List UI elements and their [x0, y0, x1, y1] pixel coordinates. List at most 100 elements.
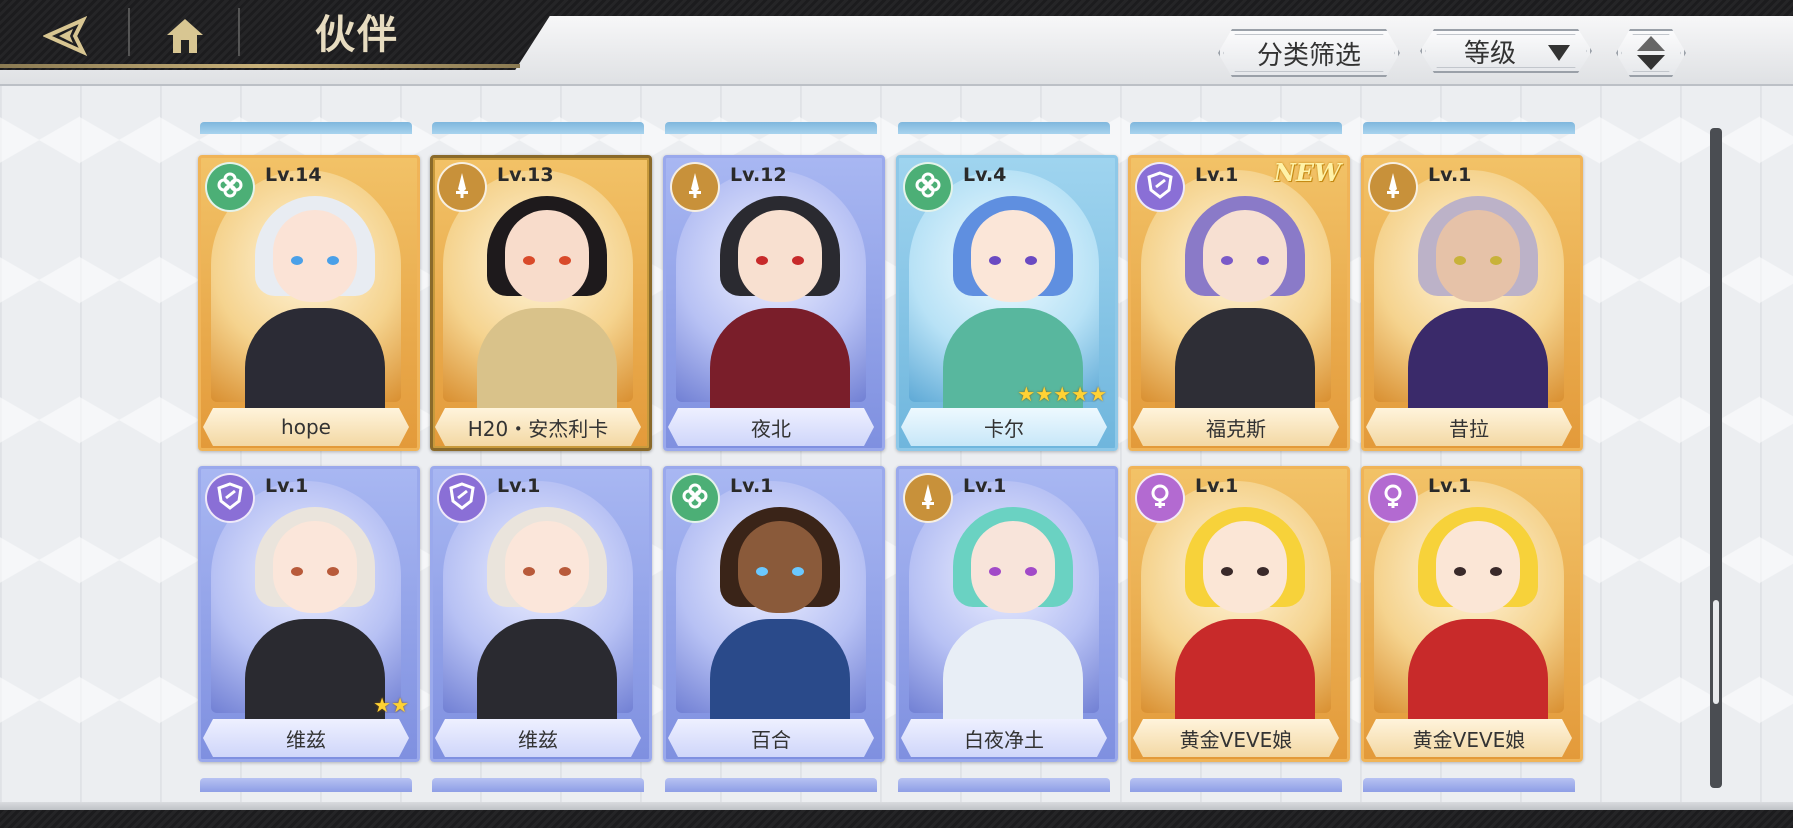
class-badge — [205, 473, 255, 523]
partner-name: H20・安杰利卡 — [435, 408, 641, 446]
portrait-eyes — [1454, 256, 1502, 266]
partner-card[interactable]: Lv.13 H20・安杰利卡 — [430, 155, 652, 451]
class-badge — [670, 162, 720, 212]
venus-icon — [1379, 482, 1407, 514]
top-divider — [128, 8, 130, 56]
partner-level: Lv.1 — [1195, 164, 1239, 186]
partner-card-peek[interactable] — [665, 122, 877, 134]
sort-label: 等级 — [1464, 38, 1517, 69]
partner-level: Lv.13 — [497, 164, 554, 186]
partner-card-peek[interactable] — [432, 122, 644, 134]
partner-name: 夜北 — [668, 408, 874, 446]
partner-name: 维兹 — [203, 719, 409, 757]
partner-card-peek[interactable] — [1363, 122, 1575, 134]
portrait-eyes — [523, 256, 571, 266]
partner-card[interactable]: Lv.1 百合 — [663, 466, 885, 762]
partner-card-peek[interactable] — [898, 778, 1110, 792]
partner-level: Lv.12 — [730, 164, 787, 186]
home-button[interactable] — [150, 12, 220, 60]
portrait-body — [1408, 619, 1548, 725]
partner-card[interactable]: Lv.12 夜北 — [663, 155, 885, 451]
category-filter-label: 分类筛选 — [1256, 40, 1361, 71]
partner-card[interactable]: Lv.1 黄金VEVE娘 — [1361, 466, 1583, 762]
sword-icon — [914, 482, 942, 514]
partner-name: 维兹 — [435, 719, 641, 757]
partner-card[interactable]: Lv.14 hope — [198, 155, 420, 451]
partner-card[interactable]: Lv.1 黄金VEVE娘 — [1128, 466, 1350, 762]
shield-icon — [1146, 171, 1174, 203]
portrait-eyes — [989, 567, 1037, 577]
partner-level: Lv.4 — [963, 164, 1007, 186]
partner-level: Lv.14 — [265, 164, 322, 186]
venus-icon — [1146, 482, 1174, 514]
class-badge — [437, 162, 487, 212]
class-badge — [670, 473, 720, 523]
partner-name: 白夜净土 — [901, 719, 1107, 757]
partner-level: Lv.1 — [265, 475, 309, 497]
class-badge — [1135, 473, 1185, 523]
sword-icon — [448, 171, 476, 203]
partner-name: 黄金VEVE娘 — [1133, 719, 1339, 757]
portrait-eyes — [1454, 567, 1502, 577]
portrait-body — [245, 308, 385, 414]
partner-card-peek[interactable] — [432, 778, 644, 792]
clover-icon — [216, 171, 244, 203]
partner-card-peek[interactable] — [665, 778, 877, 792]
partner-card[interactable]: Lv.4 ★★★★★ 卡尔 — [896, 155, 1118, 451]
partner-card-peek[interactable] — [1130, 778, 1342, 792]
scrollbar-thumb[interactable] — [1713, 600, 1719, 704]
title-plate-edge — [0, 64, 520, 68]
class-badge — [1135, 162, 1185, 212]
portrait-body — [1175, 308, 1315, 414]
partner-card-peek[interactable] — [1363, 778, 1575, 792]
bottom-bar — [0, 810, 1793, 828]
home-icon — [167, 19, 203, 53]
partner-level: Lv.1 — [497, 475, 541, 497]
star-rating: ★★★★★ — [1017, 382, 1107, 406]
partner-name: 卡尔 — [901, 408, 1107, 446]
new-badge: NEW — [1273, 158, 1341, 187]
shield-icon — [216, 482, 244, 514]
category-filter-button[interactable]: 分类筛选 — [1218, 29, 1400, 77]
partner-card-peek[interactable] — [200, 122, 412, 134]
clover-icon — [914, 171, 942, 203]
partner-card[interactable]: Lv.1 NEW 福克斯 — [1128, 155, 1350, 451]
portrait-eyes — [291, 256, 339, 266]
sword-icon — [1379, 171, 1407, 203]
partner-card[interactable]: Lv.1 白夜净土 — [896, 466, 1118, 762]
portrait-body — [710, 619, 850, 725]
chevron-down-icon — [1548, 45, 1570, 61]
sort-order-icon — [1636, 36, 1666, 70]
portrait-body — [245, 619, 385, 725]
partner-card[interactable]: Lv.1 ★★ 维兹 — [198, 466, 420, 762]
portrait-eyes — [756, 256, 804, 266]
sort-order-button[interactable] — [1616, 29, 1686, 77]
partner-name: 黄金VEVE娘 — [1366, 719, 1572, 757]
portrait-body — [477, 619, 617, 725]
sort-dropdown[interactable]: 等级 — [1420, 29, 1592, 73]
partner-level: Lv.1 — [963, 475, 1007, 497]
portrait-body — [477, 308, 617, 414]
portrait-eyes — [1221, 256, 1269, 266]
portrait-body — [710, 308, 850, 414]
page-title: 伙伴 — [315, 11, 399, 58]
top-bar: 伙伴 分类筛选 等级 — [0, 0, 1793, 86]
partner-card-peek[interactable] — [898, 122, 1110, 134]
portrait-body — [1175, 619, 1315, 725]
back-button[interactable] — [30, 12, 100, 60]
partner-card[interactable]: Lv.1 维兹 — [430, 466, 652, 762]
partner-card[interactable]: Lv.1 昔拉 — [1361, 155, 1583, 451]
partner-level: Lv.1 — [1428, 164, 1472, 186]
sword-icon — [681, 171, 709, 203]
portrait-eyes — [291, 567, 339, 577]
partner-card-peek[interactable] — [1130, 122, 1342, 134]
partner-name: 福克斯 — [1133, 408, 1339, 446]
portrait-eyes — [756, 567, 804, 577]
top-divider — [238, 8, 240, 56]
clover-icon — [681, 482, 709, 514]
partner-level: Lv.1 — [1195, 475, 1239, 497]
portrait-body — [943, 619, 1083, 725]
class-badge — [1368, 162, 1418, 212]
class-badge — [437, 473, 487, 523]
partner-card-peek[interactable] — [200, 778, 412, 792]
